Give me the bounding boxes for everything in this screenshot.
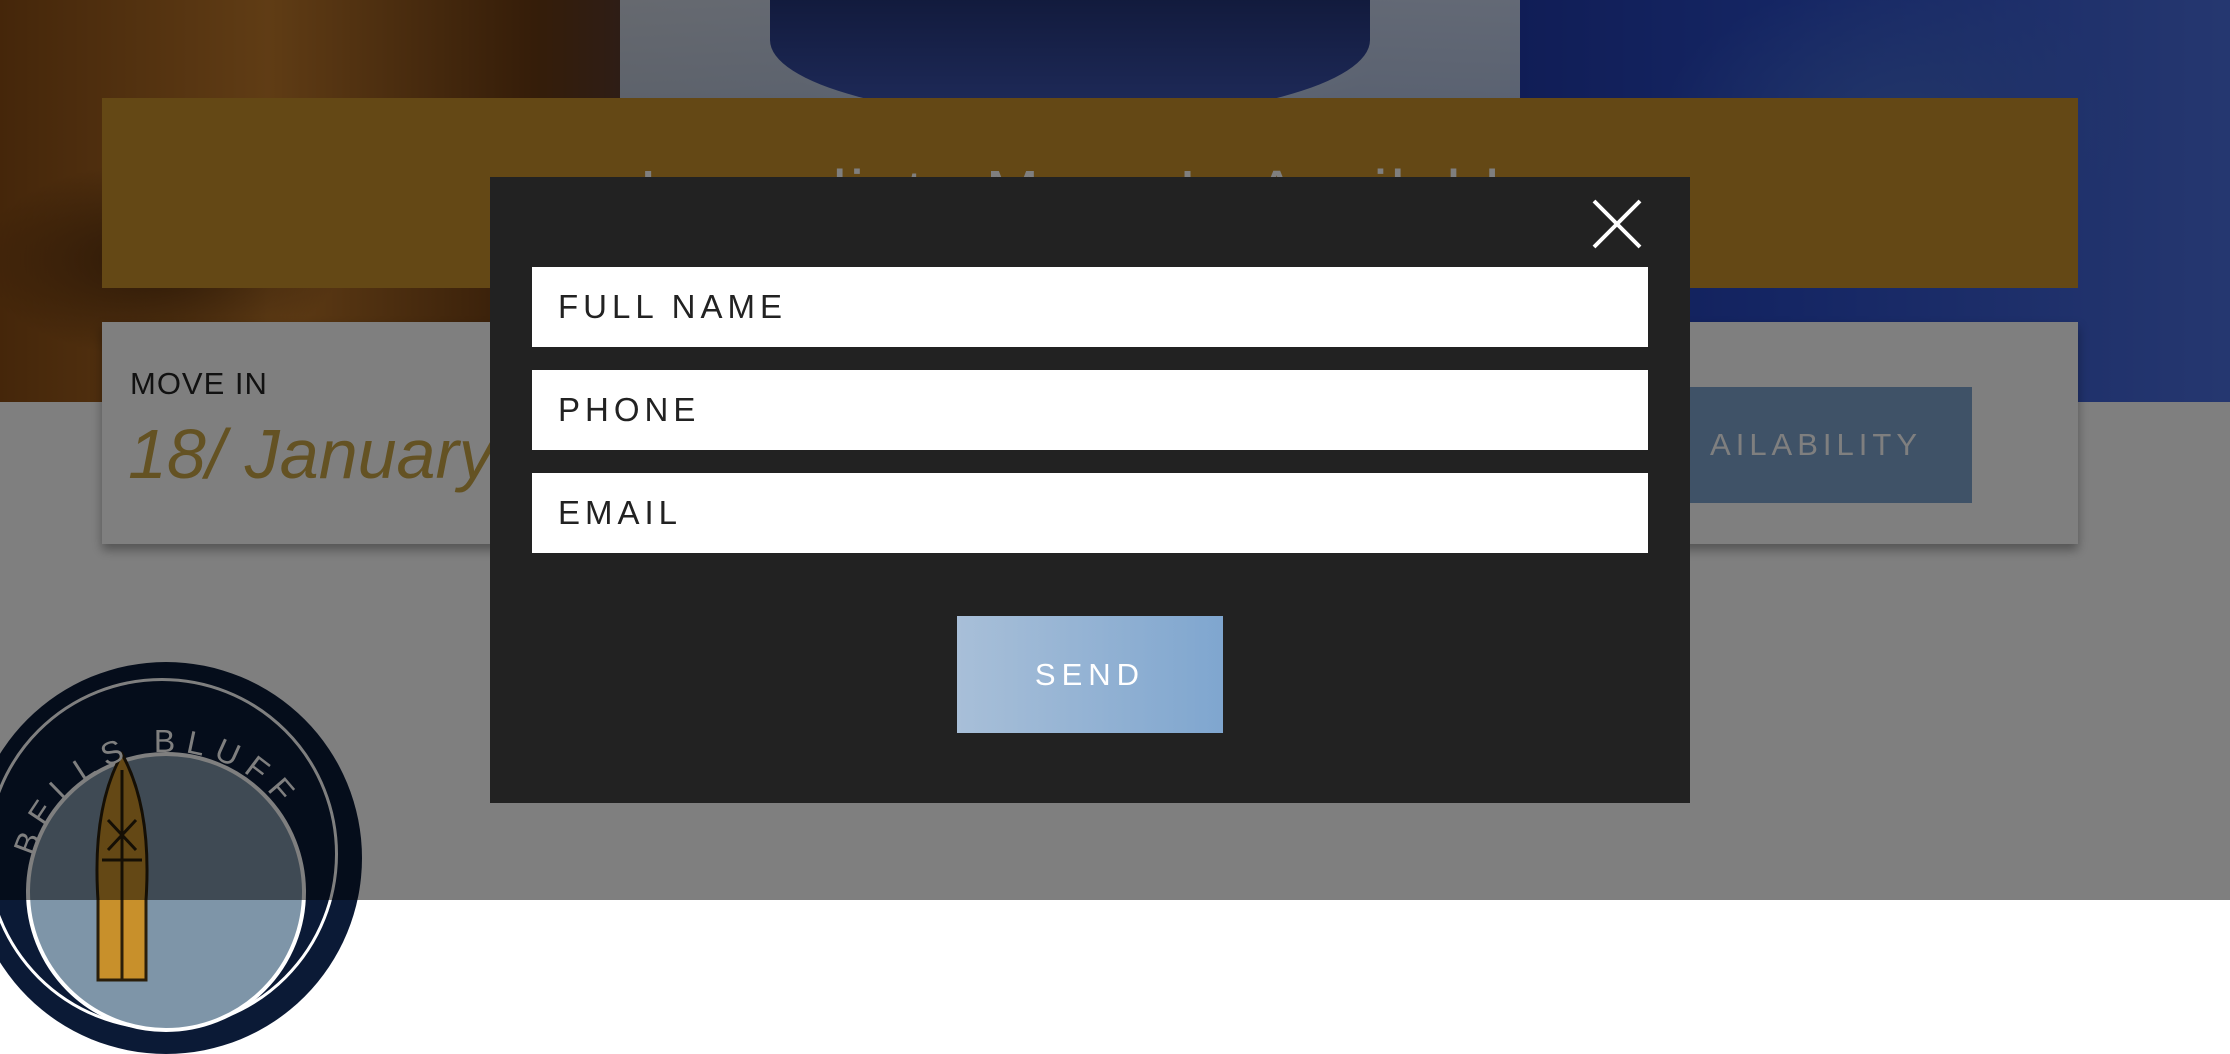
close-icon[interactable] [1590, 197, 1644, 251]
send-button[interactable]: SEND [957, 616, 1223, 733]
email-input[interactable] [532, 473, 1648, 553]
contact-modal: SEND [490, 177, 1690, 803]
phone-input[interactable] [532, 370, 1648, 450]
full-name-input[interactable] [532, 267, 1648, 347]
